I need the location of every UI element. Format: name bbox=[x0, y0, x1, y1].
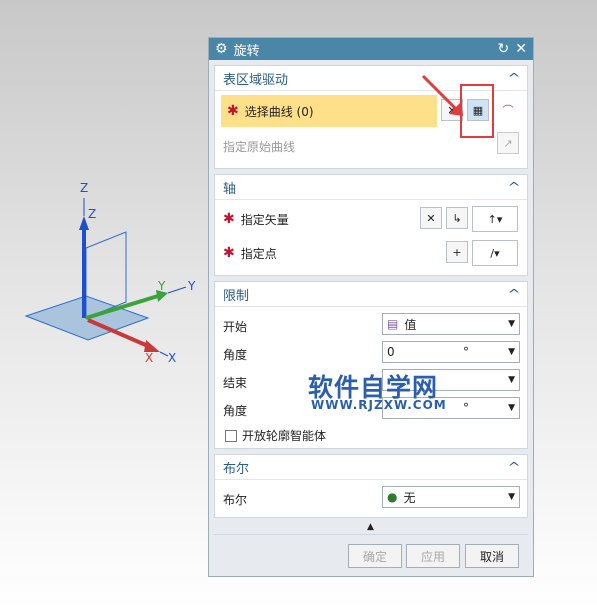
reverse-direction-icon[interactable]: ✕ bbox=[420, 207, 442, 229]
vector-dialog-icon[interactable]: ↳ bbox=[446, 207, 468, 229]
watermark-url: WWW.RJZXW.COM bbox=[311, 398, 447, 412]
chevron-down-icon: ▼ bbox=[508, 403, 515, 413]
boolean-label: 布尔 bbox=[223, 493, 248, 507]
collapse-icon[interactable]: ^ bbox=[507, 180, 520, 194]
required-icon: ✱ bbox=[223, 245, 235, 261]
close-icon[interactable]: ✕ bbox=[515, 41, 527, 57]
none-icon: ● bbox=[387, 490, 398, 504]
axis-section-header[interactable]: 轴 ^ bbox=[215, 175, 527, 200]
open-profile-label: 开放轮廓智能体 bbox=[242, 429, 327, 443]
chevron-down-icon: ▼ bbox=[508, 319, 515, 329]
required-icon: ✱ bbox=[227, 103, 239, 119]
y-outer-label: Y bbox=[187, 279, 196, 293]
open-profile-option[interactable]: 开放轮廓智能体 bbox=[225, 427, 326, 444]
boolean-select[interactable]: ● 无 ▼ bbox=[382, 486, 520, 508]
gear-icon[interactable]: ⚙ bbox=[215, 41, 228, 57]
angle-start-value: 0 bbox=[387, 345, 395, 359]
start-select[interactable]: ▤ 值 ▼ bbox=[382, 313, 520, 335]
reset-icon[interactable]: ↻ bbox=[498, 41, 510, 57]
limits-section-title: 限制 bbox=[223, 288, 250, 304]
required-icon: ✱ bbox=[223, 211, 235, 227]
x-inner-label: X bbox=[145, 351, 153, 365]
y-axis-thin bbox=[167, 286, 187, 294]
x-outer-label: X bbox=[168, 351, 176, 365]
z-outer-label: Z bbox=[80, 181, 88, 195]
axis-section: 轴 ^ ✱ 指定矢量 ✕ ↳ ↑▾ ✱ 指定点 + /▾ bbox=[214, 174, 528, 276]
x-axis-thin bbox=[159, 351, 169, 357]
point-dropdown[interactable]: /▾ bbox=[472, 240, 518, 266]
angle-start-unit: ° bbox=[463, 345, 469, 359]
end-label: 结束 bbox=[223, 376, 248, 390]
region-section: 表区域驱动 ^ ✱ 选择曲线 (0) ✕ ▦ ⌒ 指定原始曲线 ↗ bbox=[214, 65, 528, 169]
value-icon: ▤ bbox=[387, 317, 399, 331]
open-profile-checkbox[interactable] bbox=[225, 429, 237, 442]
angle-end-unit: ° bbox=[463, 401, 469, 415]
z-inner-label: Z bbox=[88, 207, 96, 221]
axis-section-title: 轴 bbox=[223, 181, 237, 197]
limits-section-header[interactable]: 限制 ^ bbox=[215, 282, 527, 307]
revolve-dialog: ⚙ 旋转 ↻ ✕ 表区域驱动 ^ ✱ 选择曲线 (0) ✕ ▦ ⌒ 指定原始曲线… bbox=[208, 37, 534, 577]
point-dialog-icon[interactable]: + bbox=[446, 241, 468, 263]
collapse-icon[interactable]: ^ bbox=[507, 71, 520, 85]
chevron-down-icon: ▼ bbox=[508, 347, 515, 357]
boolean-value: 无 bbox=[403, 490, 416, 505]
collapse-icon[interactable]: ^ bbox=[507, 460, 520, 474]
more-options-icon[interactable]: ▲ bbox=[367, 522, 374, 532]
annotation-arrow bbox=[421, 74, 463, 116]
origin-curve-icon[interactable]: ↗ bbox=[497, 132, 519, 154]
dialog-titlebar: ⚙ 旋转 ↻ ✕ bbox=[209, 38, 533, 60]
ok-button[interactable]: 确定 bbox=[348, 544, 402, 568]
limits-section: 限制 ^ 开始 ▤ 值 ▼ 角度 0 ° ▼ 结束 ▼ 角度 ° ▼ 开放轮廓智… bbox=[214, 281, 528, 449]
collapse-icon[interactable]: ^ bbox=[507, 287, 520, 301]
boolean-section: 布尔 ^ 布尔 ● 无 ▼ bbox=[214, 454, 528, 518]
boolean-section-title: 布尔 bbox=[223, 461, 250, 477]
curve-icon[interactable]: ⌒ bbox=[497, 99, 519, 121]
coordinate-scene: Z Z Y Y X X bbox=[24, 181, 196, 365]
boolean-section-header[interactable]: 布尔 ^ bbox=[215, 455, 527, 480]
select-curve-label: 选择曲线 (0) bbox=[244, 104, 314, 119]
dialog-title: 旋转 bbox=[233, 43, 260, 59]
apply-button[interactable]: 应用 bbox=[406, 544, 460, 568]
chevron-down-icon: ▼ bbox=[508, 492, 515, 502]
angle-end-label: 角度 bbox=[223, 404, 248, 418]
angle-start-label: 角度 bbox=[223, 348, 248, 362]
vector-label: 指定矢量 bbox=[240, 212, 289, 227]
chevron-down-icon: ▼ bbox=[508, 375, 515, 385]
point-label: 指定点 bbox=[240, 246, 277, 261]
region-section-title: 表区域驱动 bbox=[223, 72, 289, 88]
vector-dropdown[interactable]: ↑▾ bbox=[472, 206, 518, 232]
select-curve-row[interactable]: ✱ 选择曲线 (0) bbox=[221, 95, 437, 127]
origin-curve-label: 指定原始曲线 bbox=[223, 140, 296, 154]
angle-start-input[interactable]: 0 ° ▼ bbox=[382, 341, 520, 363]
start-value: 值 bbox=[404, 317, 417, 332]
y-inner-label: Y bbox=[157, 279, 166, 293]
start-label: 开始 bbox=[223, 320, 248, 334]
cancel-button[interactable]: 取消 bbox=[465, 544, 519, 568]
footer-divider bbox=[214, 534, 528, 535]
